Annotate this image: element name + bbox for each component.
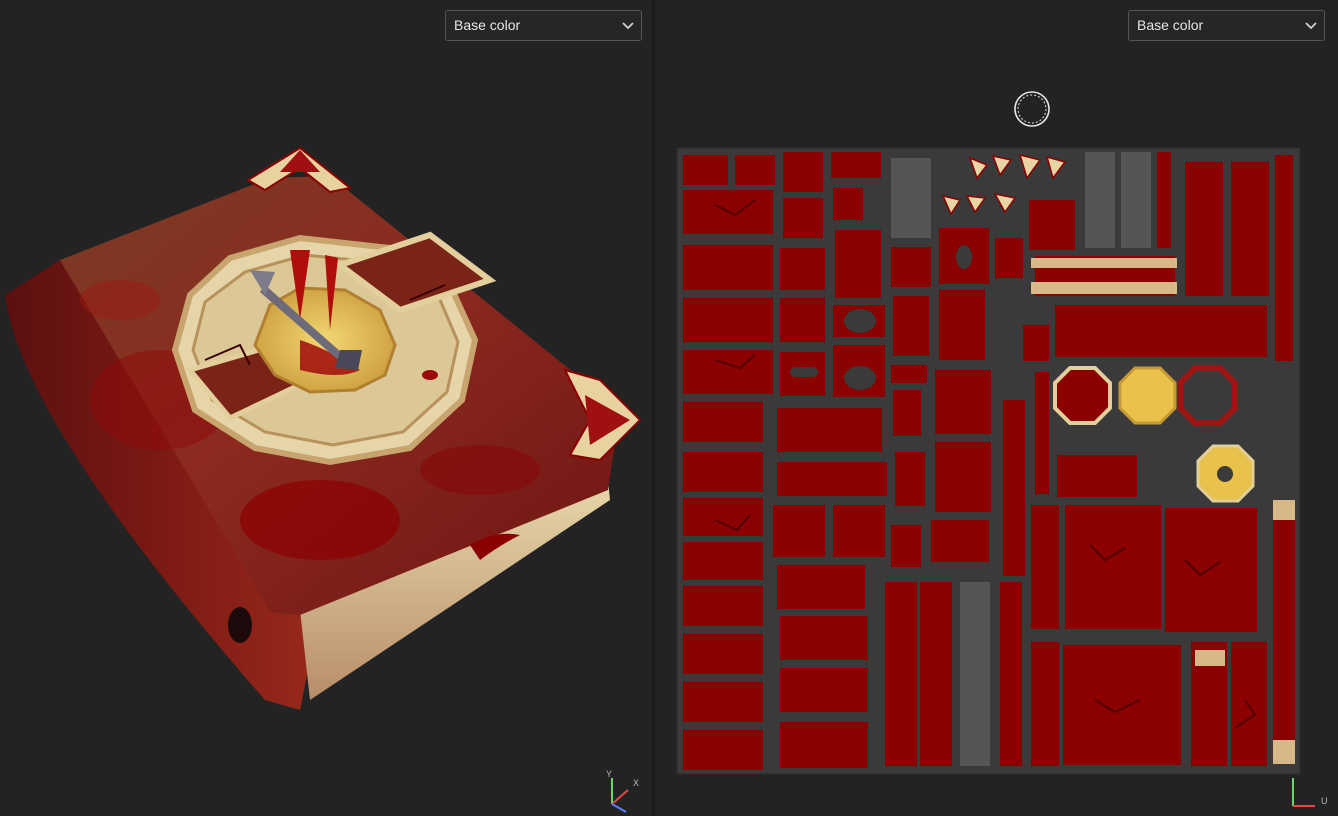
viewport-2d-uv[interactable]: Base color U xyxy=(655,0,1338,816)
channel-select-3d[interactable]: Base color xyxy=(445,10,642,41)
axis-gizmo-2d: U xyxy=(1285,770,1333,814)
axis-gizmo-3d: Y X xyxy=(598,768,648,814)
chevron-down-icon xyxy=(622,22,634,30)
chevron-down-icon xyxy=(1305,22,1317,30)
uv-texture-sheet[interactable] xyxy=(655,0,1338,816)
viewport-3d[interactable]: Base color Y X xyxy=(0,0,652,816)
channel-select-2d[interactable]: Base color xyxy=(1128,10,1325,41)
axis-y-label: Y xyxy=(606,769,612,779)
channel-select-value: Base color xyxy=(454,17,521,33)
axis-x-label: X xyxy=(633,778,639,788)
axis-u-label: U xyxy=(1321,796,1328,806)
channel-select-value: Base color xyxy=(1137,17,1204,33)
book-model-3d[interactable] xyxy=(0,0,652,816)
brush-cursor-icon xyxy=(1014,91,1050,127)
